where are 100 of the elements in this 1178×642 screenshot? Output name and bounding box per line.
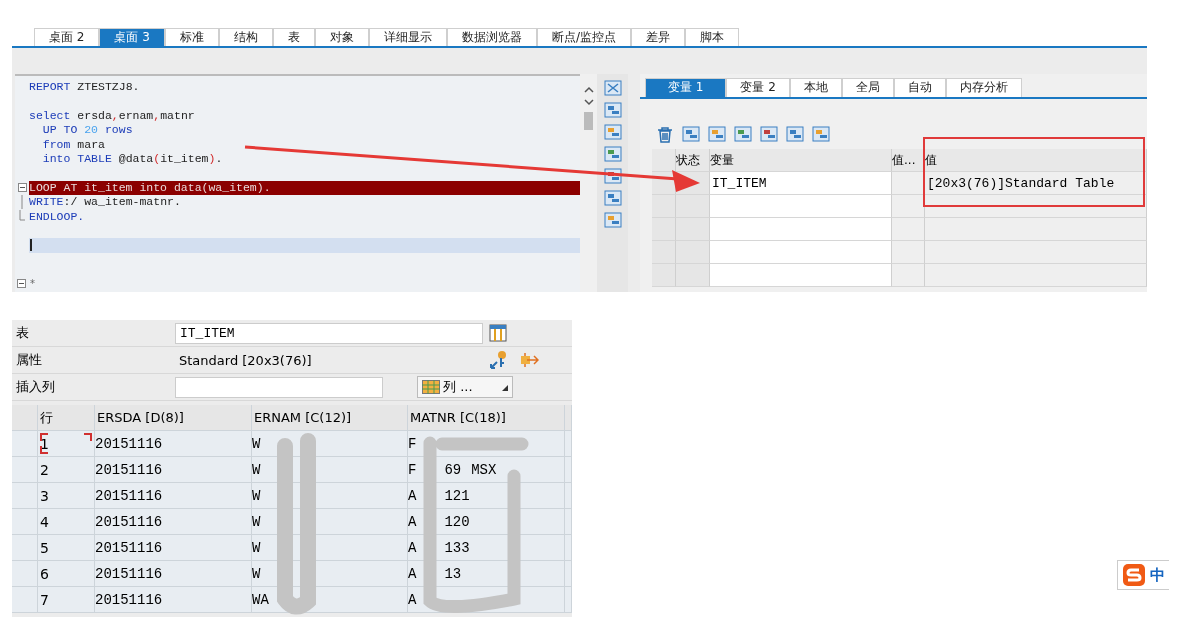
- tab[interactable]: 对象: [314, 28, 369, 46]
- ime-logo-icon[interactable]: [1122, 563, 1146, 587]
- tab[interactable]: 变量 1: [645, 78, 727, 97]
- row-number: 6: [39, 565, 49, 582]
- cell-text: A: [408, 513, 417, 530]
- tab[interactable]: 数据浏览器: [446, 28, 537, 46]
- tab[interactable]: 标准: [164, 28, 219, 46]
- column-header: 值: [925, 149, 1147, 172]
- table-cell: 20151116: [95, 431, 252, 457]
- grid-icon: [422, 380, 440, 394]
- column-header: ERSDA [D(8)]: [95, 405, 252, 431]
- cell-text: A: [408, 565, 417, 582]
- column-header: 变量: [710, 149, 892, 172]
- cell-text: 13: [444, 565, 462, 582]
- input-field[interactable]: IT_ITEM: [175, 322, 483, 344]
- cell-text: W: [252, 461, 261, 478]
- tab[interactable]: 桌面 2: [34, 28, 100, 46]
- tab[interactable]: 差异: [630, 28, 685, 46]
- table-cell: [676, 218, 710, 241]
- code-line: into TABLE @data(it_item).: [41, 152, 223, 167]
- scroll-down-icon[interactable]: [583, 99, 594, 106]
- cell-text: A: [408, 591, 417, 608]
- table-cell: [652, 218, 676, 241]
- table-cell: [892, 241, 925, 264]
- table-cell: 20151116: [95, 483, 252, 509]
- table-cell: 20151116: [95, 587, 252, 613]
- cell-text: 120: [444, 513, 470, 530]
- tab[interactable]: 变量 2: [726, 78, 790, 97]
- row-number: 3: [39, 487, 49, 504]
- tab[interactable]: 本地: [789, 78, 842, 97]
- table-cell: [652, 241, 676, 264]
- ime-mode[interactable]: 中: [1150, 565, 1165, 585]
- table-cell: [676, 264, 710, 287]
- trash-icon[interactable]: [656, 125, 674, 143]
- table-cell: 20151116: [95, 561, 252, 587]
- table-cell: 20151116: [95, 457, 252, 483]
- cell-text: F: [408, 435, 417, 452]
- cell-text: 69: [444, 461, 462, 478]
- code-line: WRITE:/ wa_item-matnr.: [29, 195, 181, 210]
- field-label: 属性: [15, 351, 43, 369]
- code-line: LOOP AT it_item into data(wa_item).: [29, 180, 271, 195]
- close-icon[interactable]: [603, 80, 622, 96]
- cell-text: W: [252, 487, 261, 504]
- table-cell: [892, 264, 925, 287]
- column-header: 行: [38, 405, 95, 431]
- fold-icon[interactable]: [17, 279, 26, 288]
- table-cell: IT_ITEM: [710, 172, 892, 195]
- tab[interactable]: 内存分析: [945, 78, 1022, 97]
- table-cell: [676, 195, 710, 218]
- scroll-thumb[interactable]: [584, 112, 593, 130]
- table-icon[interactable]: [489, 324, 507, 342]
- input-field[interactable]: [175, 376, 383, 398]
- row-number: 2: [39, 461, 49, 478]
- table-cell: 20151116: [95, 535, 252, 561]
- column-header: ERNAM [C(12)]: [252, 405, 408, 431]
- tab[interactable]: 断点/监控点: [536, 28, 631, 46]
- code-line: UP TO 20 rows: [41, 123, 133, 138]
- column-header: 状态: [676, 149, 710, 172]
- key-icon[interactable]: [489, 350, 509, 370]
- cell-text: W: [252, 435, 261, 452]
- field-value: Standard [20x3(76)]: [178, 352, 313, 368]
- cell-text: F: [408, 461, 417, 478]
- column-header: 值...: [892, 149, 925, 172]
- cell-text: W: [252, 565, 261, 582]
- cell-text: MSX: [471, 461, 497, 478]
- table-cell: [20x3(76)]Standard Table: [925, 172, 1147, 195]
- tab[interactable]: 全局: [841, 78, 894, 97]
- row-number: 7: [39, 591, 49, 608]
- code-line: ENDLOOP.: [29, 209, 85, 224]
- footer-mark: *: [30, 278, 35, 289]
- dropdown-icon: [500, 383, 508, 391]
- columns-button[interactable]: 列 ...: [417, 376, 513, 398]
- tab[interactable]: 桌面 3: [99, 28, 165, 46]
- code-line: from mara: [41, 137, 105, 152]
- code-line: select ersda,ernam,matnr: [29, 108, 195, 123]
- fold-icon[interactable]: [17, 183, 27, 193]
- tab[interactable]: 自动: [893, 78, 946, 97]
- table-cell: [892, 218, 925, 241]
- column-header: MATNR [C(18)]: [408, 405, 565, 431]
- row-number: 4: [39, 513, 49, 530]
- cell-text: WA: [252, 591, 269, 608]
- tab[interactable]: 详细显示: [368, 28, 447, 46]
- row-number: 1: [39, 435, 49, 452]
- cell-text: W: [252, 539, 261, 556]
- scroll-up-icon[interactable]: [583, 86, 594, 93]
- tab[interactable]: 表: [272, 28, 315, 46]
- cell-text: A: [408, 487, 417, 504]
- row-number: 5: [39, 539, 49, 556]
- cell-text: 121: [444, 487, 470, 504]
- field-label: 插入列: [15, 378, 56, 396]
- tab[interactable]: 脚本: [684, 28, 739, 46]
- text-cursor: [30, 239, 32, 252]
- code-line: REPORT ZTESTZJ8.: [29, 80, 140, 95]
- tab[interactable]: 结构: [218, 28, 273, 46]
- table-cell: [652, 195, 676, 218]
- cell-text: W: [252, 513, 261, 530]
- cell-text: 133: [444, 539, 470, 556]
- cell-text: A: [408, 539, 417, 556]
- field-label: 表: [15, 324, 30, 342]
- table-cell: [652, 264, 676, 287]
